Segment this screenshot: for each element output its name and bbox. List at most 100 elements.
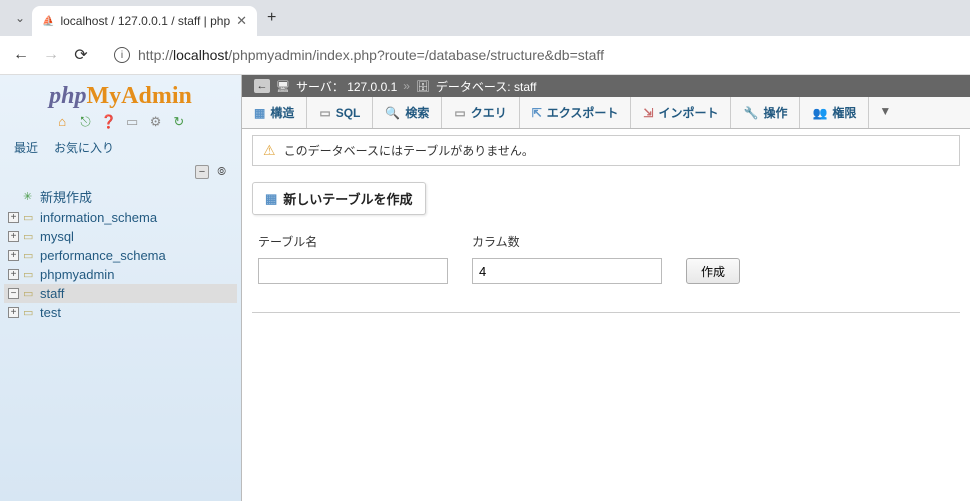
reload-sidebar-icon[interactable]: ↻ <box>171 114 187 130</box>
database-icon: ▭ <box>23 211 36 224</box>
breadcrumb: ← 🖥 サーバ： 127.0.0.1 » 🗄 データベース: staff <box>242 75 970 97</box>
breadcrumb-server[interactable]: サーバ： 127.0.0.1 <box>296 78 397 95</box>
sidebar: phpMyAdmin ⌂ ⎋ ❓ ▭ ⚙ ↻ 最近 お気に入り − ⦾ ✳ 新規… <box>0 75 242 501</box>
divider <box>252 312 960 313</box>
url-scheme: http:// <box>138 47 173 63</box>
logo-part-admin: Admin <box>121 83 192 109</box>
sidebar-tab-favorites[interactable]: お気に入り <box>48 136 120 159</box>
sidebar-tabs: 最近 お気に入り <box>0 136 241 165</box>
back-button[interactable]: ← <box>12 46 30 64</box>
browser-tabbar: ⌄ ⛵ localhost / 127.0.0.1 / staff | php … <box>0 0 970 36</box>
tree-db-performance-schema[interactable]: + ▭ performance_schema <box>4 246 237 265</box>
panel-title-text: 新しいテーブルを作成 <box>283 189 412 208</box>
url-path: /phpmyadmin/index.php?route=/database/st… <box>228 47 604 63</box>
warning-icon: ⚠ <box>263 142 276 159</box>
tab-query[interactable]: ▭クエリ <box>442 97 519 128</box>
tab-import[interactable]: ⇲インポート <box>631 97 731 128</box>
sidebar-toolbar: ⌂ ⎋ ❓ ▭ ⚙ ↻ <box>0 114 241 136</box>
db-tree: ✳ 新規作成 + ▭ information_schema + ▭ mysql … <box>0 183 241 324</box>
tree-db-test[interactable]: + ▭ test <box>4 303 237 322</box>
sql-icon[interactable]: ▭ <box>124 114 140 130</box>
tree-item-label: staff <box>40 286 64 301</box>
tree-item-label: mysql <box>40 229 74 244</box>
create-button[interactable]: 作成 <box>686 258 740 284</box>
search-icon: 🔍 <box>385 106 400 120</box>
export-icon: ⇱ <box>532 106 542 120</box>
tab-search[interactable]: 🔍検索 <box>373 97 442 128</box>
tree-db-mysql[interactable]: + ▭ mysql <box>4 227 237 246</box>
logout-icon[interactable]: ⎋ <box>77 114 93 130</box>
home-icon[interactable]: ⌂ <box>54 114 70 130</box>
breadcrumb-toggle-icon[interactable]: ← <box>254 79 270 93</box>
create-table-panel: ▦ 新しいテーブルを作成 テーブル名 カラム数 作成 <box>252 182 960 288</box>
tree-db-phpmyadmin[interactable]: + ▭ phpmyadmin <box>4 265 237 284</box>
database-icon: ▭ <box>23 230 36 243</box>
tab-title: localhost / 127.0.0.1 / staff | php <box>60 14 230 28</box>
reload-button[interactable]: ⟳ <box>72 45 90 65</box>
database-icon: ▭ <box>23 249 36 262</box>
panel-title: ▦ 新しいテーブルを作成 <box>252 182 426 215</box>
tree-new[interactable]: ✳ 新規作成 <box>4 185 237 208</box>
new-tab-button[interactable]: + <box>267 9 276 27</box>
settings-icon[interactable]: ⚙ <box>148 114 164 130</box>
tree-item-label: performance_schema <box>40 248 166 263</box>
tree-new-label: 新規作成 <box>40 187 92 206</box>
tab-privileges[interactable]: 👥権限 <box>800 97 869 128</box>
link-icon[interactable]: ⦾ <box>214 166 229 178</box>
site-info-icon[interactable]: i <box>114 47 130 63</box>
tree-db-information-schema[interactable]: + ▭ information_schema <box>4 208 237 227</box>
tree-db-staff[interactable]: − ▭ staff <box>4 284 237 303</box>
columns-label: カラム数 <box>472 233 662 250</box>
columns-input[interactable] <box>472 258 662 284</box>
privileges-icon: 👥 <box>812 106 827 120</box>
breadcrumb-database[interactable]: データベース: staff <box>436 78 537 95</box>
import-icon: ⇲ <box>643 106 653 120</box>
collapse-all-icon[interactable]: − <box>195 165 209 179</box>
new-db-icon: ✳ <box>23 190 36 203</box>
database-icon: ▭ <box>23 287 36 300</box>
sql-icon: ▭ <box>319 106 330 120</box>
server-icon: 🖥 <box>276 80 290 93</box>
query-icon: ▭ <box>454 106 465 120</box>
tree-controls: − ⦾ <box>0 165 241 183</box>
tab-structure[interactable]: ▦構造 <box>242 97 307 128</box>
url-text: http://localhost/phpmyadmin/index.php?ro… <box>138 47 604 63</box>
message-text: このデータベースにはテーブルがありません。 <box>284 142 534 159</box>
field-columns: カラム数 <box>472 233 662 284</box>
tab-list-dropdown[interactable]: ⌄ <box>8 11 32 25</box>
tab-export[interactable]: ⇱エクスポート <box>520 97 632 128</box>
tree-item-label: information_schema <box>40 210 157 225</box>
forward-button[interactable]: → <box>42 46 60 64</box>
expand-icon[interactable]: + <box>8 307 19 318</box>
browser-chrome: ⌄ ⛵ localhost / 127.0.0.1 / staff | php … <box>0 0 970 75</box>
browser-tab[interactable]: ⛵ localhost / 127.0.0.1 / staff | php ✕ <box>32 6 257 36</box>
database-icon: ▭ <box>23 306 36 319</box>
tree-item-label: phpmyadmin <box>40 267 114 282</box>
favicon-icon: ⛵ <box>42 16 54 27</box>
sidebar-tab-recent[interactable]: 最近 <box>8 136 44 159</box>
main-pane: ← 🖥 サーバ： 127.0.0.1 » 🗄 データベース: staff ▦構造… <box>242 75 970 501</box>
collapse-icon[interactable]: − <box>8 288 19 299</box>
tree-item-label: test <box>40 305 61 320</box>
url-host: localhost <box>173 47 228 63</box>
database-icon: ▭ <box>23 268 36 281</box>
logo-part-my: My <box>87 83 122 109</box>
phpmyadmin-logo[interactable]: phpMyAdmin <box>0 75 241 114</box>
table-name-input[interactable] <box>258 258 448 284</box>
url-field[interactable]: i http://localhost/phpmyadmin/index.php?… <box>102 41 958 69</box>
tab-sql[interactable]: ▭SQL <box>307 97 373 128</box>
close-icon[interactable]: ✕ <box>236 13 247 29</box>
new-table-icon: ▦ <box>265 191 277 207</box>
tab-operations[interactable]: 🔧操作 <box>731 97 800 128</box>
top-nav: ▦構造 ▭SQL 🔍検索 ▭クエリ ⇱エクスポート ⇲インポート 🔧操作 👥権限… <box>242 97 970 129</box>
breadcrumb-separator: » <box>403 79 410 93</box>
app-body: phpMyAdmin ⌂ ⎋ ❓ ▭ ⚙ ↻ 最近 お気に入り − ⦾ ✳ 新規… <box>0 75 970 501</box>
expand-icon[interactable]: + <box>8 212 19 223</box>
expand-icon[interactable]: + <box>8 269 19 280</box>
expand-icon[interactable]: + <box>8 231 19 242</box>
table-name-label: テーブル名 <box>258 233 448 250</box>
expand-icon[interactable]: + <box>8 250 19 261</box>
tab-more[interactable]: ▼ <box>869 97 901 128</box>
structure-icon: ▦ <box>254 106 265 120</box>
docs-icon[interactable]: ❓ <box>101 114 117 130</box>
